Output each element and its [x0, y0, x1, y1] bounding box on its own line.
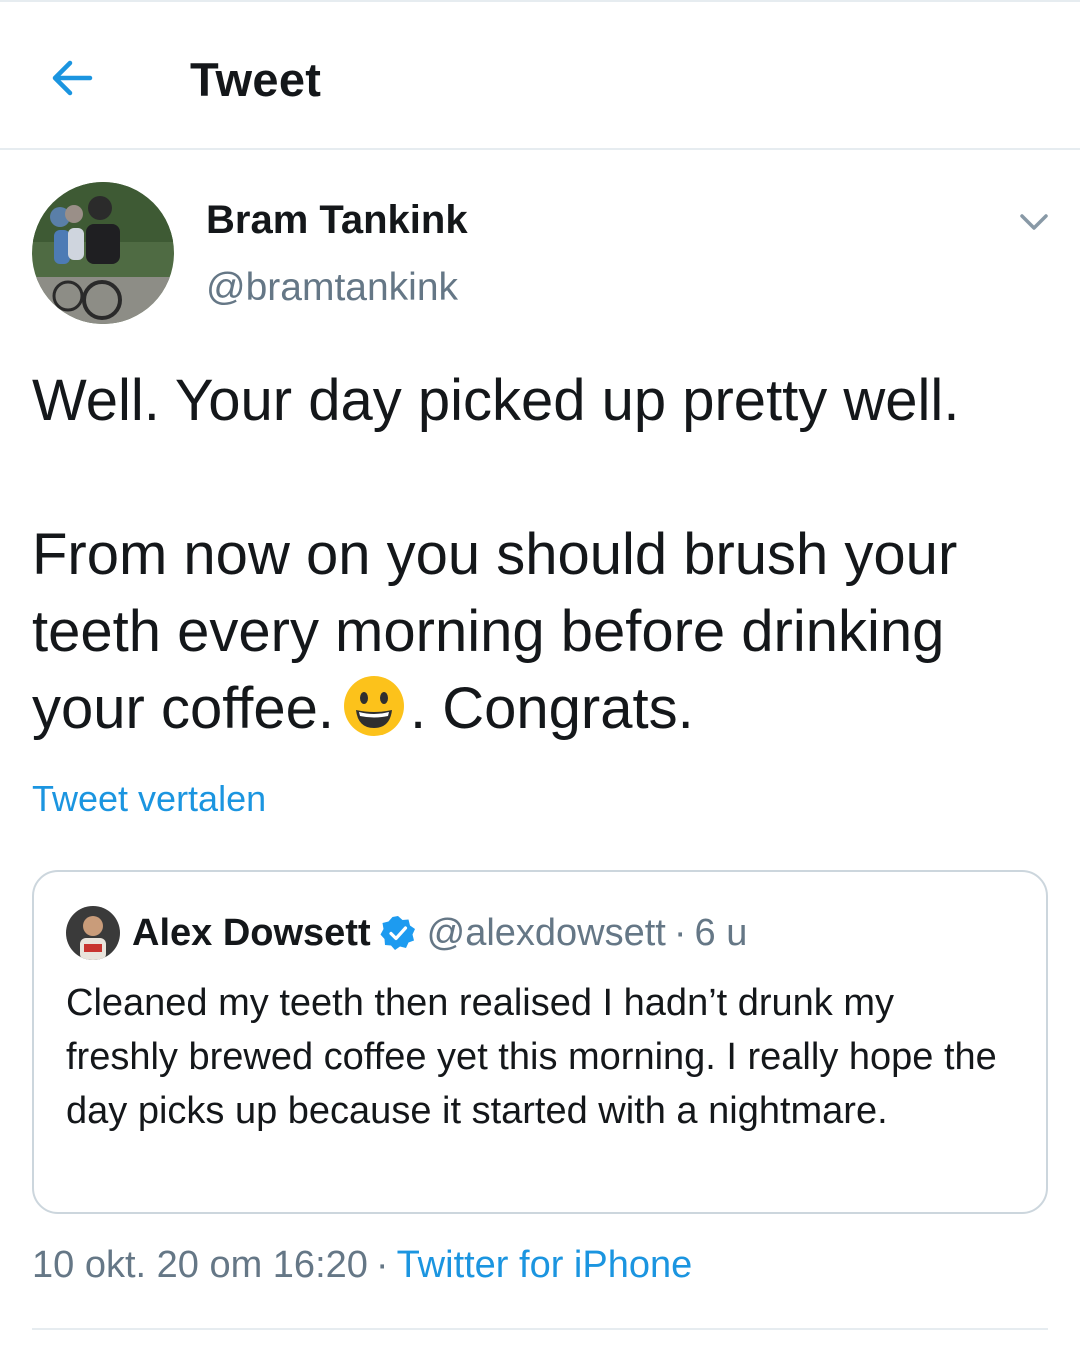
arrow-left-icon — [52, 60, 93, 96]
quoted-tweet-card[interactable]: Alex Dowsett @alexdowsett · 6 u Cleaned … — [32, 870, 1048, 1214]
divider — [32, 1328, 1048, 1330]
author-name[interactable]: Bram Tankink — [206, 198, 468, 243]
avatar-photo — [32, 182, 174, 324]
quoted-tweet-time: 6 u — [694, 911, 748, 954]
author-avatar[interactable] — [32, 182, 174, 324]
tweet-text-segment: . Congrats. — [410, 676, 694, 741]
back-button[interactable] — [44, 50, 100, 106]
tweet-detail-screen: Tweet Bram Tankink @bramtankink Well. Yo… — [0, 0, 1080, 1350]
quoted-author-name: Alex Dowsett — [132, 911, 371, 954]
tweet-metadata: 10 okt. 20 om 16:20 · Twitter for iPhone — [32, 1244, 692, 1287]
dot-separator: · — [673, 911, 687, 954]
dot-separator: · — [375, 1244, 389, 1286]
chevron-down-icon — [1020, 214, 1048, 230]
tweet-source-link[interactable]: Twitter for iPhone — [397, 1244, 693, 1286]
tweet-text: Well. Your day picked up pretty well. Fr… — [32, 362, 1032, 747]
tweet-text-paragraph: From now on you should brush your teeth … — [32, 516, 1032, 747]
verified-badge-icon — [380, 916, 415, 950]
top-app-bar: Tweet — [0, 0, 1080, 150]
quoted-avatar-photo — [66, 906, 120, 960]
quoted-author-handle: @alexdowsett — [426, 911, 666, 954]
quoted-tweet-header: Alex Dowsett @alexdowsett · 6 u — [132, 906, 747, 960]
tweet-text-paragraph: Well. Your day picked up pretty well. — [32, 368, 960, 433]
quoted-author-avatar — [66, 906, 120, 960]
quoted-tweet-text: Cleaned my teeth then realised I hadn’t … — [66, 982, 997, 1132]
grinning-face-emoji-icon — [344, 676, 405, 736]
tweet-timestamp: 10 okt. 20 om 16:20 — [32, 1244, 368, 1286]
author-handle[interactable]: @bramtankink — [206, 266, 458, 310]
page-title: Tweet — [190, 53, 322, 106]
tweet-options-button[interactable] — [1012, 200, 1056, 244]
translate-tweet-link[interactable]: Tweet vertalen — [32, 778, 266, 820]
